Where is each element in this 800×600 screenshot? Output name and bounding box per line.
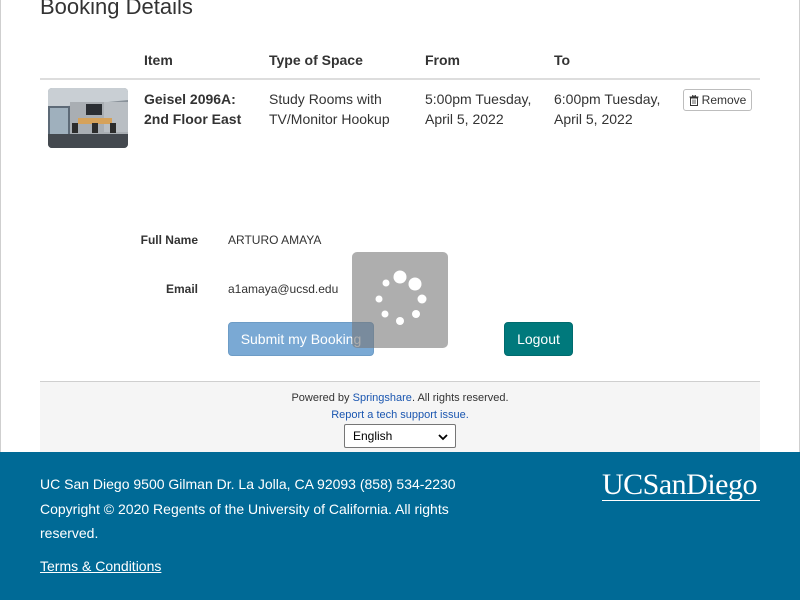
remove-booking-button[interactable]: Remove xyxy=(683,89,752,111)
trash-icon xyxy=(689,94,699,106)
powered-by-suffix: . All rights reserved. xyxy=(411,392,509,404)
booking-from-time: 5:00pm Tuesday, April 5, 2022 xyxy=(425,91,532,127)
logout-button[interactable]: Logout xyxy=(504,322,573,356)
powered-by-prefix: Powered by xyxy=(291,392,353,404)
support-link-row: Report a tech support issue. xyxy=(40,409,760,421)
column-header-from: From xyxy=(425,52,460,68)
footer-copyright: Copyright © 2020 Regents of the Universi… xyxy=(40,500,449,542)
booking-to-time: 6:00pm Tuesday, April 5, 2022 xyxy=(554,91,661,127)
tech-support-link[interactable]: Report a tech support issue. xyxy=(331,409,469,421)
springshare-link[interactable]: Springshare xyxy=(353,392,412,404)
page-title: Booking Details xyxy=(40,0,193,19)
page-left-border xyxy=(0,0,1,452)
chevron-down-icon xyxy=(438,434,448,441)
language-selected: English xyxy=(353,429,393,443)
email-label: Email xyxy=(165,282,198,296)
column-header-to: To xyxy=(554,52,571,68)
language-select[interactable]: English xyxy=(344,424,456,448)
ucsd-logo-underline xyxy=(602,500,760,501)
loading-overlay xyxy=(352,252,448,348)
footer-info: UC San Diego 9500 Gilman Dr. La Jolla, C… xyxy=(40,472,480,546)
loading-spinner-icon xyxy=(375,270,427,325)
room-photo-icon xyxy=(48,88,128,148)
ucsd-logo[interactable]: UCSanDiego xyxy=(602,468,760,502)
booking-item-name: Geisel 2096A: 2nd Floor East xyxy=(144,91,242,127)
full-name-label: Full Name xyxy=(140,233,198,247)
terms-conditions-link[interactable]: Terms & Conditions xyxy=(40,558,161,574)
booking-space-type: Study Rooms with TV/Monitor Hookup xyxy=(269,91,390,127)
email-value: a1amaya@ucsd.edu xyxy=(228,282,339,296)
remove-button-label: Remove xyxy=(701,93,747,107)
powered-by-strip: Powered by Springshare. All rights reser… xyxy=(40,381,760,452)
footer-address: UC San Diego 9500 Gilman Dr. La Jolla, C… xyxy=(40,476,456,492)
site-footer: UC San Diego 9500 Gilman Dr. La Jolla, C… xyxy=(0,452,800,600)
full-name-value: ARTURO AMAYA xyxy=(228,233,322,247)
powered-by-text: Powered by Springshare. All rights reser… xyxy=(40,392,760,404)
table-header-divider xyxy=(40,78,760,80)
column-header-type-of-space: Type of Space xyxy=(269,52,363,68)
column-header-item: Item xyxy=(144,52,173,68)
